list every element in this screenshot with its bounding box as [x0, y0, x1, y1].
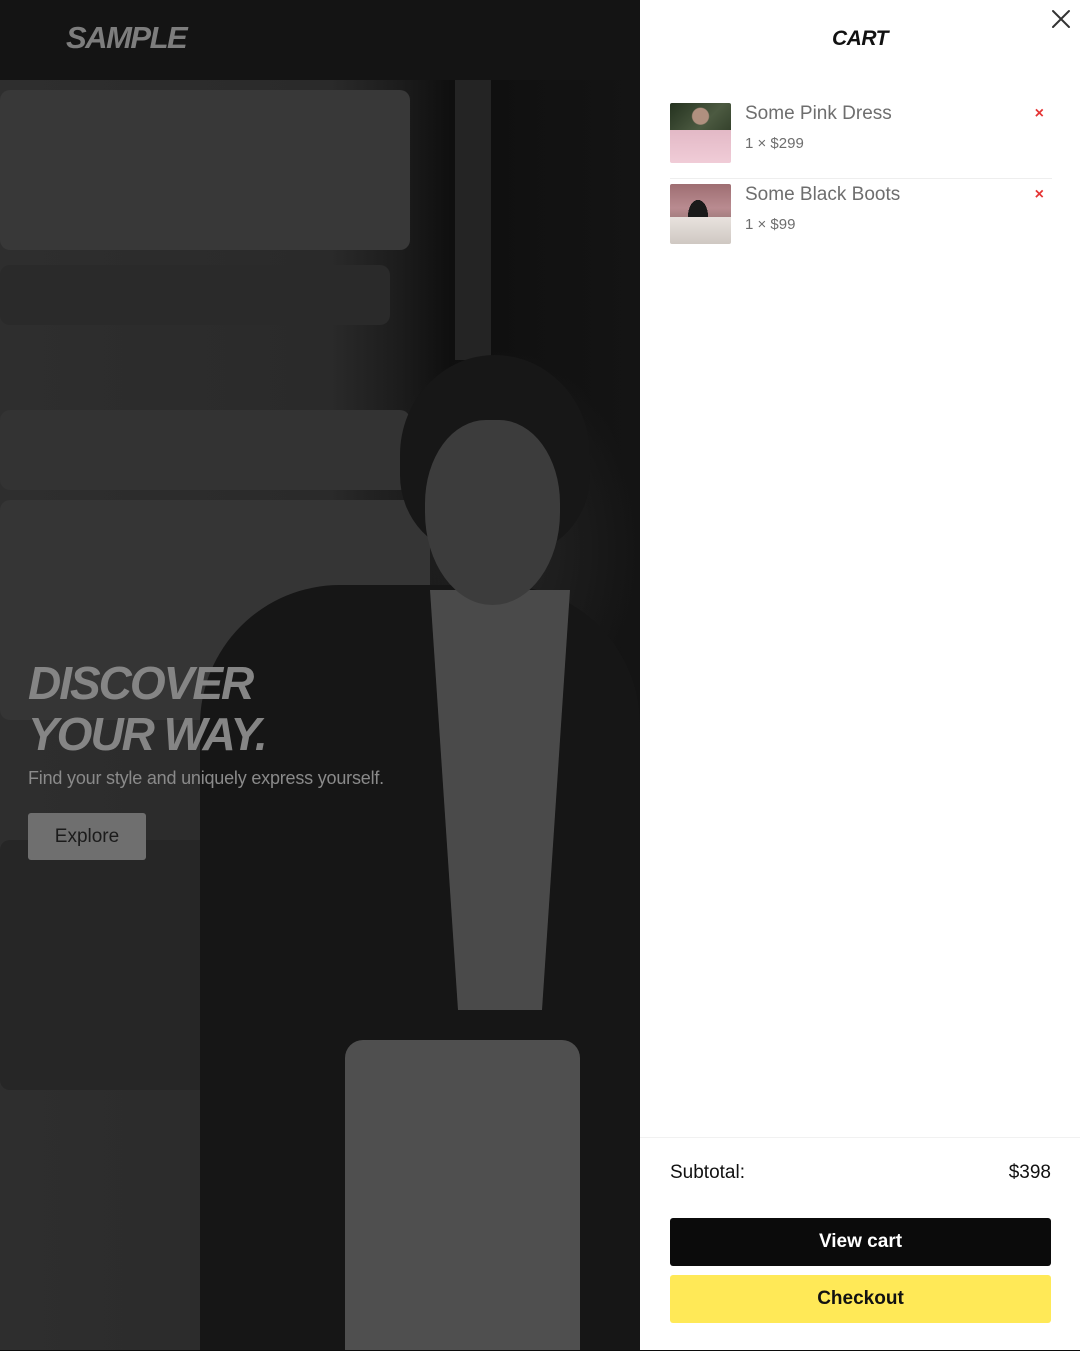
stone-wall-ledge [0, 265, 390, 325]
subtotal-label: Subtotal: [670, 1162, 745, 1183]
hero-title: DISCOVER YOUR WAY. [28, 658, 628, 760]
hero-text: DISCOVER YOUR WAY. Find your style and u… [28, 658, 628, 789]
hero-subtitle: Find your style and uniquely express you… [28, 768, 384, 788]
product-thumbnail[interactable] [670, 184, 731, 244]
person-face [425, 420, 560, 605]
door-pillar [455, 80, 491, 360]
close-cart-button[interactable] [1048, 6, 1074, 32]
cart-footer: Subtotal: $398 View cart Checkout [640, 1137, 1080, 1351]
page-background: SAMPLE DISCOVER YOUR WAY. Find your styl… [0, 0, 640, 1350]
subtotal-value: $398 [1008, 1162, 1051, 1183]
cart-item: Some Black Boots 1 × $99 × [670, 178, 1052, 259]
site-header: SAMPLE [0, 0, 640, 80]
hero-title-line1: DISCOVER [28, 657, 254, 709]
checkout-button[interactable]: Checkout [670, 1275, 1051, 1323]
cart-items-list: Some Pink Dress 1 × $299 × Some Black Bo… [670, 98, 1052, 259]
remove-item-button[interactable]: × [1035, 186, 1044, 204]
cart-item-name[interactable]: Some Pink Dress [745, 103, 892, 125]
cart-item: Some Pink Dress 1 × $299 × [670, 98, 1052, 178]
person-pants [345, 1040, 580, 1350]
stone-wall-block [0, 840, 230, 1090]
stone-wall-block [0, 90, 410, 250]
explore-button[interactable]: Explore [28, 813, 146, 860]
site-logo[interactable]: SAMPLE [66, 20, 188, 56]
cart-item-name[interactable]: Some Black Boots [745, 184, 900, 206]
close-icon [1052, 10, 1070, 28]
remove-item-button[interactable]: × [1035, 105, 1044, 123]
cart-title: CART [832, 27, 888, 50]
cart-item-quantity-price: 1 × $299 [745, 135, 804, 152]
product-thumbnail[interactable] [670, 103, 731, 163]
stone-wall-block [0, 410, 410, 490]
cart-item-quantity-price: 1 × $99 [745, 216, 796, 233]
cart-drawer: CART Some Pink Dress 1 × $299 × Some Bla… [640, 0, 1080, 1350]
hero-title-line2: YOUR WAY. [28, 708, 268, 760]
view-cart-button[interactable]: View cart [670, 1218, 1051, 1266]
